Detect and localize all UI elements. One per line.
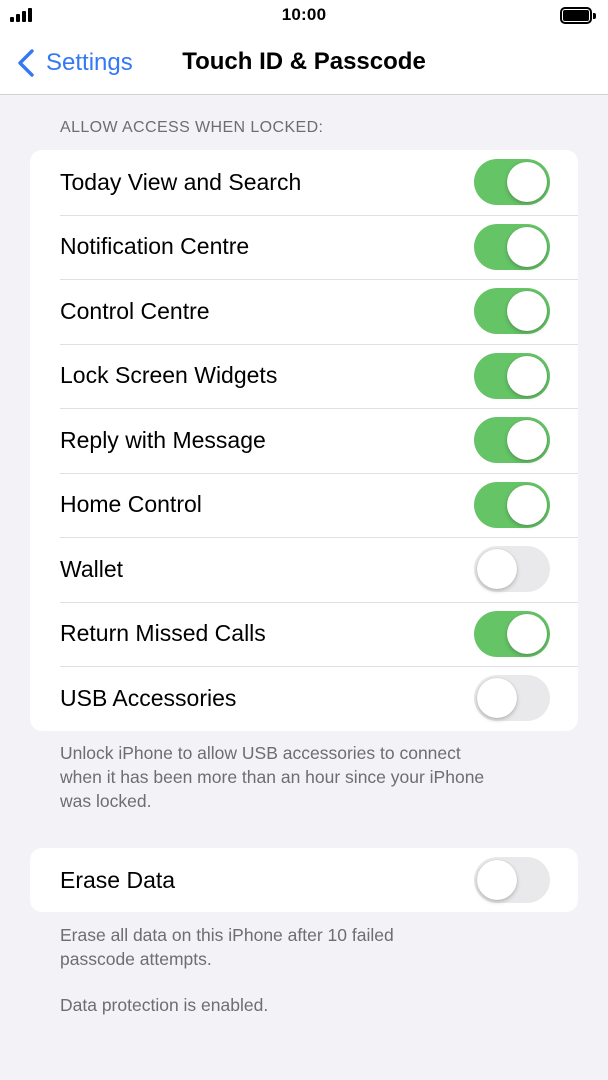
footer-line: was locked. — [60, 791, 152, 811]
toggle-return-missed-calls[interactable] — [474, 610, 550, 657]
row-label: Lock Screen Widgets — [60, 362, 278, 389]
status-bar: 10:00 — [0, 0, 608, 32]
row-notification-centre: Notification Centre — [30, 214, 578, 280]
toggle-usb-accessories[interactable] — [474, 675, 550, 722]
toggle-wallet[interactable] — [474, 546, 550, 593]
toggle-erase-data[interactable] — [474, 857, 550, 903]
section-header-allow-access: ALLOW ACCESS WHEN LOCKED: — [60, 119, 324, 136]
page-title: Touch ID & Passcode — [182, 48, 426, 75]
erase-data-group: Erase Data — [30, 848, 578, 912]
row-label: Erase Data — [60, 866, 176, 893]
usb-accessories-footer: Unlock iPhone to allow USB accessories t… — [60, 741, 560, 813]
row-label: Control Centre — [60, 297, 210, 324]
erase-data-footer: Erase all data on this iPhone after 10 f… — [60, 923, 560, 971]
row-label: USB Accessories — [60, 684, 237, 711]
footer-line: Unlock iPhone to allow USB accessories t… — [60, 743, 461, 763]
toggle-today-view[interactable] — [474, 159, 550, 206]
row-label: Reply with Message — [60, 426, 266, 453]
footer-line: passcode attempts. — [60, 949, 212, 969]
row-label: Return Missed Calls — [60, 620, 266, 647]
navigation-bar: Settings Touch ID & Passcode — [0, 32, 608, 95]
row-control-centre: Control Centre — [30, 279, 578, 344]
toggle-reply-with-message[interactable] — [474, 417, 550, 464]
row-label: Wallet — [60, 555, 124, 582]
status-time: 10:00 — [281, 5, 327, 24]
row-home-control: Home Control — [30, 472, 578, 538]
toggle-notification-centre[interactable] — [474, 223, 550, 270]
row-erase-data: Erase Data — [30, 848, 578, 912]
row-return-missed-calls: Return Missed Calls — [30, 601, 578, 667]
row-label: Home Control — [60, 491, 202, 518]
toggle-control-centre[interactable] — [474, 288, 550, 335]
toggle-home-control[interactable] — [474, 481, 550, 528]
row-usb-accessories: USB Accessories — [30, 666, 578, 731]
row-today-view: Today View and Search — [30, 150, 578, 215]
data-protection-text: Data protection is enabled. — [60, 995, 269, 1015]
footer-line: when it has been more than an hour since… — [60, 767, 485, 787]
row-label: Today View and Search — [60, 168, 302, 195]
row-wallet: Wallet — [30, 537, 578, 602]
row-reply-with-message: Reply with Message — [30, 408, 578, 473]
row-lock-screen-widgets: Lock Screen Widgets — [30, 343, 578, 409]
footer-line: Erase all data on this iPhone after 10 f… — [60, 925, 394, 945]
row-label: Notification Centre — [60, 233, 250, 260]
toggle-lock-screen-widgets[interactable] — [474, 352, 550, 399]
battery-full-icon — [560, 7, 596, 24]
allow-access-group: Today View and Search Notification Centr… — [30, 150, 578, 731]
